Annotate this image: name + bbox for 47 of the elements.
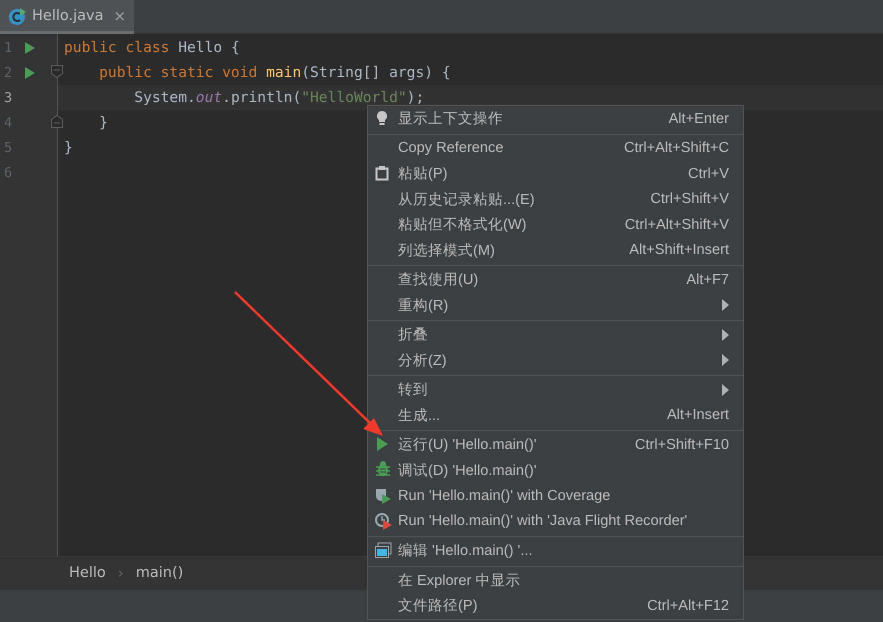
close-icon[interactable]: × — [114, 6, 126, 24]
code-line: } — [98, 114, 108, 131]
breadcrumb[interactable]: main() — [136, 565, 184, 581]
menu-item[interactable]: 调试(D) 'Hello.main()' — [368, 458, 743, 483]
shortcut: Alt+Shift+Insert — [629, 242, 729, 258]
clock-run-icon — [374, 512, 392, 530]
menu-item[interactable]: 编辑 'Hello.main() '... — [368, 538, 743, 564]
menu-item[interactable]: 运行(U) 'Hello.main()' Ctrl+Shift+F10 — [368, 432, 743, 458]
class-file-icon — [8, 6, 26, 24]
window-icon — [374, 542, 392, 560]
menu-item[interactable]: 在 Explorer 中显示 — [368, 568, 743, 593]
shortcut: Ctrl+Alt+Shift+C — [624, 140, 729, 156]
chevron-icon: › — [118, 564, 124, 582]
menu-item[interactable]: Run 'Hello.main()' with Coverage — [368, 483, 743, 508]
menu-item[interactable]: 显示上下文操作 Alt+Enter — [368, 106, 743, 132]
shortcut: Ctrl+Shift+F10 — [634, 436, 729, 453]
shortcut: Alt+Insert — [666, 407, 729, 424]
menu-item[interactable]: 转到 — [368, 377, 743, 402]
code-line: public static void main(String[] args) { — [98, 64, 451, 81]
shortcut: Ctrl+Shift+V — [650, 191, 729, 208]
run-icon[interactable] — [24, 66, 36, 80]
code-line: } — [64, 139, 73, 156]
run-icon[interactable] — [24, 40, 36, 54]
shortcut: Alt+Enter — [668, 110, 729, 127]
menu-item[interactable]: 生成... Alt+Insert — [368, 402, 743, 428]
line-number: 3 — [3, 90, 14, 106]
menu-item[interactable]: Run 'Hello.main()' with 'Java Flight Recorder' — [368, 508, 743, 534]
code-line: public class Hello { — [64, 39, 240, 56]
menu-item[interactable]: 折叠 — [368, 322, 743, 348]
menu-item[interactable]: 粘贴(P) Ctrl+V — [368, 161, 743, 186]
code-line: System.out.println("HelloWorld"); — [133, 89, 424, 106]
file-tab[interactable]: Hello.java × — [0, 0, 134, 34]
fold-icon[interactable] — [51, 115, 63, 128]
fold-icon[interactable] — [51, 65, 63, 78]
shortcut: Ctrl+V — [688, 166, 729, 182]
menu-item[interactable]: 从历史记录粘贴...(E) Ctrl+Shift+V — [368, 186, 743, 212]
menu-item[interactable]: 粘贴但不格式化(W) Ctrl+Alt+Shift+V — [368, 212, 743, 238]
menu-item[interactable]: 重构(R) — [368, 292, 743, 318]
menu-item[interactable]: 列选择模式(M) Alt+Shift+Insert — [368, 238, 743, 263]
shield-run-icon — [374, 486, 392, 505]
menu-item[interactable]: Copy Reference Ctrl+Alt+Shift+C — [368, 136, 743, 161]
menu-item[interactable]: 分析(Z) — [368, 348, 743, 373]
shortcut: Alt+F7 — [686, 272, 729, 288]
menu-item[interactable]: 查找使用(U) Alt+F7 — [368, 267, 743, 292]
shortcut: Ctrl+Alt+Shift+V — [624, 216, 729, 233]
breadcrumb[interactable]: Hello — [69, 565, 106, 581]
shortcut: Ctrl+Alt+F12 — [647, 598, 729, 614]
